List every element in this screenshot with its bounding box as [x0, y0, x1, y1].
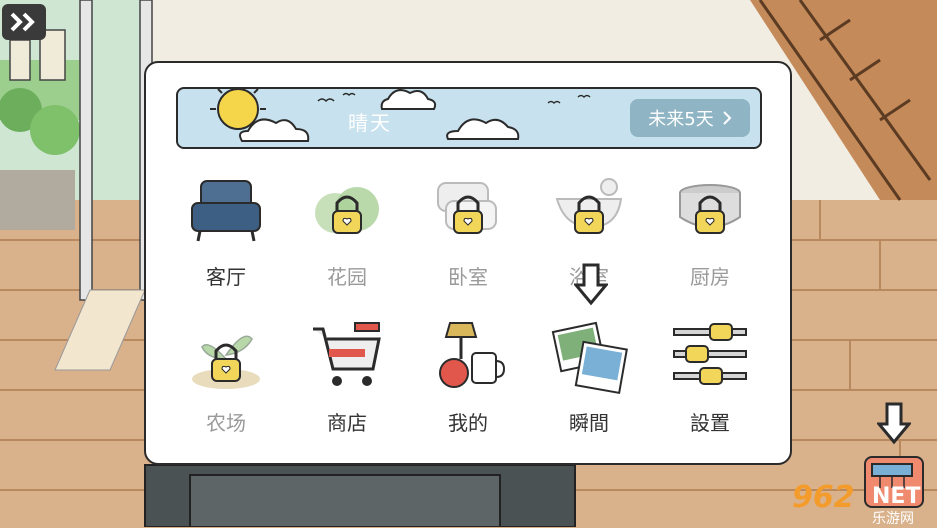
- sprout-icon: [192, 335, 260, 389]
- lock-icon: [211, 343, 241, 382]
- menu-item-label: 花园: [327, 265, 367, 289]
- down-arrow-hint-icon: [877, 402, 911, 445]
- menu-item-label: 客厅: [206, 265, 246, 289]
- menu-item-label: 商店: [327, 411, 367, 435]
- menu-item-farm[interactable]: 农场: [166, 319, 286, 439]
- menu-item-living-room[interactable]: 客厅: [166, 173, 286, 293]
- main-menu-panel: 晴天 未来5天 客厅 花园 卧室 厨房 农场 商店 我的 瞬間 設置: [144, 61, 792, 465]
- armchair-icon: [191, 180, 261, 242]
- menu-item-garden[interactable]: 花园: [287, 173, 407, 293]
- weather-condition: 晴天: [348, 111, 392, 135]
- menu-item-label: 瞬間: [569, 411, 609, 435]
- menu-item-label: 厨房: [690, 265, 730, 289]
- menu-item-label: 設置: [690, 411, 730, 435]
- menu-item-label: 卧室: [448, 265, 488, 289]
- watermark-caption: 乐游网: [872, 511, 914, 527]
- cooking-pot-icon: [679, 184, 741, 234]
- fast-forward-button[interactable]: [2, 4, 46, 40]
- menu-item-label: 农场: [206, 411, 246, 435]
- watermark-suffix: NET: [872, 484, 921, 509]
- lamp-apple-mug-icon: [439, 322, 506, 388]
- menu-item-bedroom[interactable]: 卧室: [408, 173, 528, 293]
- menu-item-settings[interactable]: 設置: [650, 319, 770, 439]
- shopping-cart-icon: [313, 322, 381, 386]
- chevron-right-icon: [723, 111, 732, 125]
- forecast-button[interactable]: 未来5天: [630, 99, 750, 137]
- menu-item-shop[interactable]: 商店: [287, 319, 407, 439]
- bathtub-icon: [555, 178, 623, 234]
- menu-item-kitchen[interactable]: 厨房: [650, 173, 770, 293]
- weather-banner: 晴天 未来5天: [176, 87, 762, 149]
- photos-icon: [551, 321, 628, 395]
- bush-icon: [315, 187, 379, 234]
- menu-item-mine[interactable]: 我的: [408, 319, 528, 439]
- menu-item-label: 我的: [448, 411, 488, 435]
- watermark-logo: 962 NET 乐游网: [792, 480, 937, 527]
- double-chevron-right-icon: [10, 12, 35, 32]
- forecast-label: 未来5天: [648, 109, 714, 130]
- sliders-icon: [673, 323, 747, 385]
- pillows-icon: [437, 182, 497, 234]
- watermark-number: 962: [792, 480, 855, 515]
- menu-item-moments[interactable]: 瞬間: [529, 319, 649, 439]
- down-arrow-hint-icon: [574, 263, 608, 306]
